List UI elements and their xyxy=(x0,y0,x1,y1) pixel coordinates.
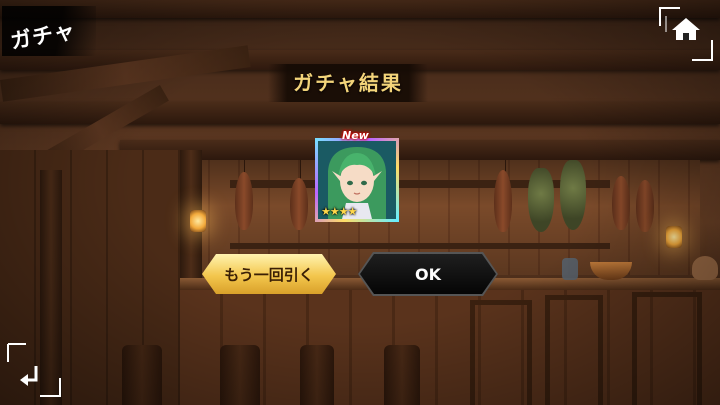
stool xyxy=(122,345,162,405)
draw-again-label: もう一回引く xyxy=(224,265,314,284)
wall-lamp xyxy=(190,210,206,232)
ceiling-beam xyxy=(0,0,720,18)
jar xyxy=(562,258,578,280)
hanging-fish xyxy=(494,170,512,232)
stool xyxy=(220,345,260,405)
return-arrow-icon xyxy=(7,343,61,397)
wall-lamp xyxy=(666,226,682,248)
new-badge: New xyxy=(342,129,369,142)
chair xyxy=(470,300,532,405)
screen-title-tag: ガチャ xyxy=(2,6,96,56)
hanging-fish xyxy=(290,178,308,230)
gacha-result-title: ガチャ結果 xyxy=(268,64,428,102)
chair xyxy=(632,292,702,405)
ok-button[interactable]: OK xyxy=(360,254,496,294)
shelf xyxy=(230,243,610,249)
rarity-stars: ★★★★ xyxy=(321,205,357,218)
screen-title: ガチャ xyxy=(8,17,78,54)
home-icon xyxy=(659,7,713,61)
hanging-fish xyxy=(636,180,654,232)
back-button[interactable] xyxy=(6,342,62,398)
draw-again-button[interactable]: もう一回引く xyxy=(202,254,336,294)
hanging-herbs xyxy=(560,160,586,230)
ceiling-beam xyxy=(120,140,720,160)
hanging-fish xyxy=(235,172,253,230)
ok-label: OK xyxy=(415,264,441,284)
kettle xyxy=(692,256,718,280)
stool xyxy=(300,345,334,405)
hanging-fish xyxy=(612,176,630,230)
home-button[interactable] xyxy=(658,6,714,62)
hanging-herbs xyxy=(528,168,554,232)
chair xyxy=(545,295,603,405)
stool xyxy=(384,345,420,405)
